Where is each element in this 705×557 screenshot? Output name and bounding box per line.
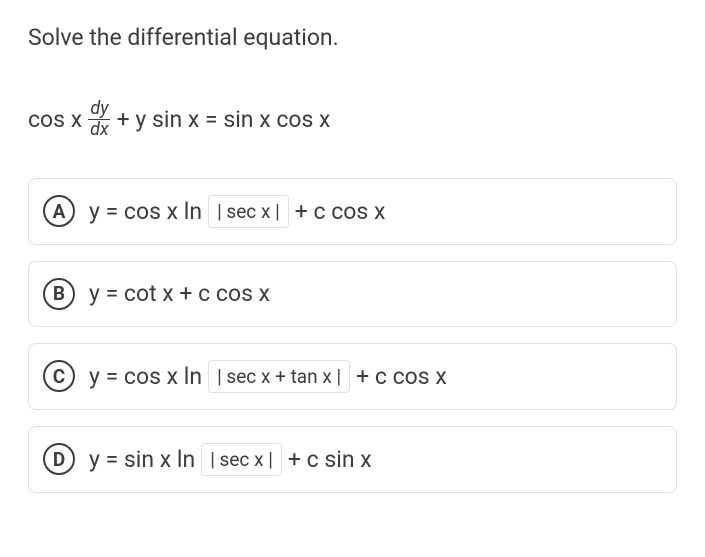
choice-content: y = cos x ln | sec x | + c cos x [89, 195, 385, 228]
choice-list: A y = cos x ln | sec x | + c cos x B y =… [28, 178, 677, 493]
choice-text-part2: + c cos x [356, 363, 447, 390]
choice-text-part2: + c sin x [288, 446, 372, 473]
choice-b[interactable]: B y = cot x + c cos x [28, 261, 677, 327]
fraction-numerator: dy [88, 99, 110, 120]
choice-text-part1: y = cot x + c cos x [89, 280, 270, 307]
choice-content: y = cos x ln | sec x + tan x | + c cos x [89, 360, 447, 393]
equation-pre: cos x [28, 106, 82, 133]
question-prompt: Solve the differential equation. [28, 24, 677, 51]
choice-text-part1: y = cos x ln [89, 198, 202, 225]
abs-box: | sec x | [201, 443, 282, 476]
equation-post: + y sin x = sin x cos x [117, 106, 331, 133]
choice-a[interactable]: A y = cos x ln | sec x | + c cos x [28, 178, 677, 245]
choice-letter: D [43, 443, 75, 475]
choice-content: y = cot x + c cos x [89, 280, 270, 307]
choice-d[interactable]: D y = sin x ln | sec x | + c sin x [28, 426, 677, 493]
choice-text-part1: y = cos x ln [89, 363, 202, 390]
choice-text-part2: + c cos x [295, 198, 386, 225]
abs-box: | sec x + tan x | [208, 360, 350, 393]
choice-c[interactable]: C y = cos x ln | sec x + tan x | + c cos… [28, 343, 677, 410]
equation-fraction: dy dx [88, 99, 111, 140]
choice-text-part1: y = sin x ln [89, 446, 195, 473]
choice-letter: B [43, 278, 75, 310]
choice-content: y = sin x ln | sec x | + c sin x [89, 443, 372, 476]
fraction-denominator: dx [88, 120, 111, 140]
choice-letter: C [43, 360, 75, 392]
choice-letter: A [43, 195, 75, 227]
abs-box: | sec x | [208, 195, 289, 228]
differential-equation: cos x dy dx + y sin x = sin x cos x [28, 99, 677, 140]
